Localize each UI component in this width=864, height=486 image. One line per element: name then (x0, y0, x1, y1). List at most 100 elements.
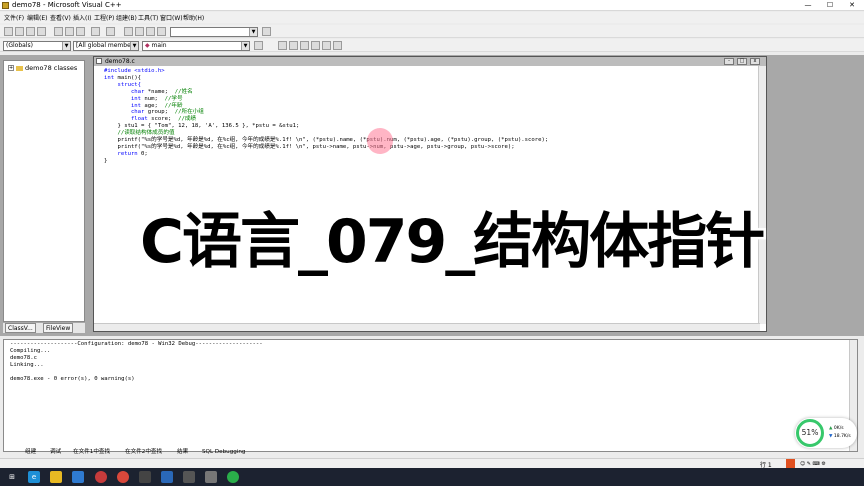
taskbar-tool-icon[interactable] (139, 471, 151, 483)
tray-icons[interactable]: ☺ ✎ ⌨ ⚙ (800, 461, 826, 467)
breakpoint-hand-icon[interactable] (333, 41, 342, 50)
file-explorer-icon[interactable] (50, 471, 62, 483)
menu-file[interactable]: 文件(F) (4, 13, 24, 22)
function-combo[interactable]: ◆ main ▼ (142, 41, 250, 51)
open-folder-icon[interactable] (15, 27, 24, 36)
editor-horizontal-scrollbar[interactable] (94, 323, 760, 331)
menu-view[interactable]: 查看(V) (50, 13, 71, 22)
taskbar-window-icon-2[interactable] (205, 471, 217, 483)
go-icon[interactable] (322, 41, 331, 50)
execute-icon[interactable] (311, 41, 320, 50)
members-combo[interactable]: [All global members ▼ (73, 41, 139, 51)
window-list-icon[interactable] (146, 27, 155, 36)
paste-icon[interactable] (76, 27, 85, 36)
editor-vertical-scrollbar[interactable] (758, 66, 766, 324)
network-speed-widget[interactable]: 51% ▲ 0K/s ▼ 18.7K/s (795, 418, 857, 448)
code-line: int num; //学号 (104, 96, 756, 103)
new-file-icon[interactable] (4, 27, 13, 36)
cut-icon[interactable] (54, 27, 63, 36)
download-rate-value: 18.7K/s (833, 434, 851, 439)
code-token: int (104, 74, 115, 81)
taskbar-window-icon[interactable] (183, 471, 195, 483)
chevron-down-icon[interactable]: ▼ (130, 42, 138, 50)
compile-icon[interactable] (278, 41, 287, 50)
download-arrow-icon: ▼ (829, 434, 833, 439)
tab-fileview[interactable]: FileView (43, 323, 74, 333)
find-in-files-icon[interactable] (157, 27, 166, 36)
code-line: return 0; (104, 151, 756, 158)
tab-sql-debugging[interactable]: SQL Debugging (202, 448, 245, 457)
code-text-area[interactable]: #include <stdio.h> int main(){ struct{ ch… (104, 68, 756, 318)
function-combo-value: main (151, 42, 167, 49)
close-button[interactable]: ✕ (841, 0, 863, 11)
find-combo[interactable]: ▼ (170, 27, 258, 37)
menu-tools[interactable]: 工具(T) (138, 13, 158, 22)
tree-expand-icon[interactable]: + (8, 65, 14, 71)
save-icon[interactable] (26, 27, 35, 36)
workspace-icon[interactable] (124, 27, 133, 36)
output-window-icon[interactable] (135, 27, 144, 36)
tab-debug[interactable]: 调试 (50, 448, 61, 457)
edge-browser-icon[interactable]: e (28, 471, 40, 483)
editor-close-button[interactable]: x (750, 58, 760, 65)
taskbar-app-icon[interactable] (72, 471, 84, 483)
menu-insert[interactable]: 插入(I) (73, 13, 91, 22)
code-token: score; (147, 116, 179, 123)
scope-combo[interactable]: (Globals) ▼ (3, 41, 71, 51)
tab-results[interactable]: 结果 (177, 448, 188, 457)
menu-help[interactable]: 帮助(H) (183, 13, 204, 22)
wechat-icon[interactable] (227, 471, 239, 483)
taskbar-media-icon[interactable] (117, 471, 129, 483)
output-line: demo78.exe - 0 error(s), 0 warning(s) (10, 376, 135, 382)
code-token: char (104, 109, 145, 116)
window-titlebar: demo78 - Microsoft Visual C++ — ☐ ✕ (0, 0, 864, 11)
redo-icon[interactable] (106, 27, 115, 36)
tab-find-in-files-1[interactable]: 在文件1中查找 (73, 448, 110, 457)
upload-rate-value: 0K/s (833, 426, 844, 431)
editor-titlebar: demo78.c - □ x (94, 57, 766, 66)
build-icon[interactable] (289, 41, 298, 50)
members-combo-value: [All global members (76, 42, 137, 49)
menu-edit[interactable]: 编辑(E) (27, 13, 47, 22)
class-tree-root[interactable]: + demo78 classes (8, 64, 77, 72)
wizard-action-icon[interactable] (254, 41, 263, 50)
chevron-down-icon[interactable]: ▼ (241, 42, 249, 50)
chevron-down-icon[interactable]: ▼ (249, 28, 257, 36)
editor-minimize-button[interactable]: - (724, 58, 734, 65)
download-rate: ▼ 18.7K/s (829, 434, 851, 439)
tab-find-in-files-2[interactable]: 在文件2中查找 (125, 448, 162, 457)
menu-bar: 文件(F) 编辑(E) 查看(V) 插入(I) 工程(P) 组建(B) 工具(T… (0, 12, 864, 23)
visual-cpp-app-icon (2, 2, 9, 9)
code-line: char *name; //姓名 (104, 89, 756, 96)
code-token: #include <stdio.h> (104, 68, 165, 74)
input-method-icon[interactable] (786, 459, 795, 468)
window-title: demo78 - Microsoft Visual C++ (12, 1, 122, 9)
copy-icon[interactable] (65, 27, 74, 36)
save-all-icon[interactable] (37, 27, 46, 36)
start-windows-icon[interactable]: ⊞ (6, 471, 18, 483)
code-line: } (104, 158, 756, 165)
code-token: printf("%s的学号是%d, 年龄是%d, 在%c组, 今年的成绩是%.1… (104, 137, 549, 144)
minimize-button[interactable]: — (797, 0, 819, 11)
undo-icon[interactable] (91, 27, 100, 36)
editor-doc-title: demo78.c (105, 58, 135, 65)
tab-classview[interactable]: ClassV... (5, 323, 36, 333)
editor-maximize-button[interactable]: □ (737, 58, 747, 65)
code-token: int (104, 95, 142, 102)
tab-build[interactable]: 组建 (25, 448, 36, 457)
menu-window[interactable]: 窗口(W) (160, 13, 183, 22)
menu-build[interactable]: 组建(B) (116, 13, 137, 22)
standard-toolbar: ▼ (0, 25, 864, 38)
find-icon[interactable] (262, 27, 271, 36)
class-view-panel: + demo78 classes (3, 60, 85, 322)
visual-cpp-taskbar-icon[interactable] (161, 471, 173, 483)
taskbar-record-icon[interactable] (95, 471, 107, 483)
maximize-button[interactable]: ☐ (819, 0, 841, 11)
code-token: 0; (137, 150, 148, 157)
code-token: return (104, 150, 138, 157)
rebuild-icon[interactable] (300, 41, 309, 50)
menu-project[interactable]: 工程(P) (94, 13, 114, 22)
chevron-down-icon[interactable]: ▼ (62, 42, 70, 50)
code-token: //读取结构体成员的值 (104, 130, 175, 137)
code-token: } stu1 = { "Tom", 12, 18, 'A', 136.5 }, … (104, 123, 300, 130)
